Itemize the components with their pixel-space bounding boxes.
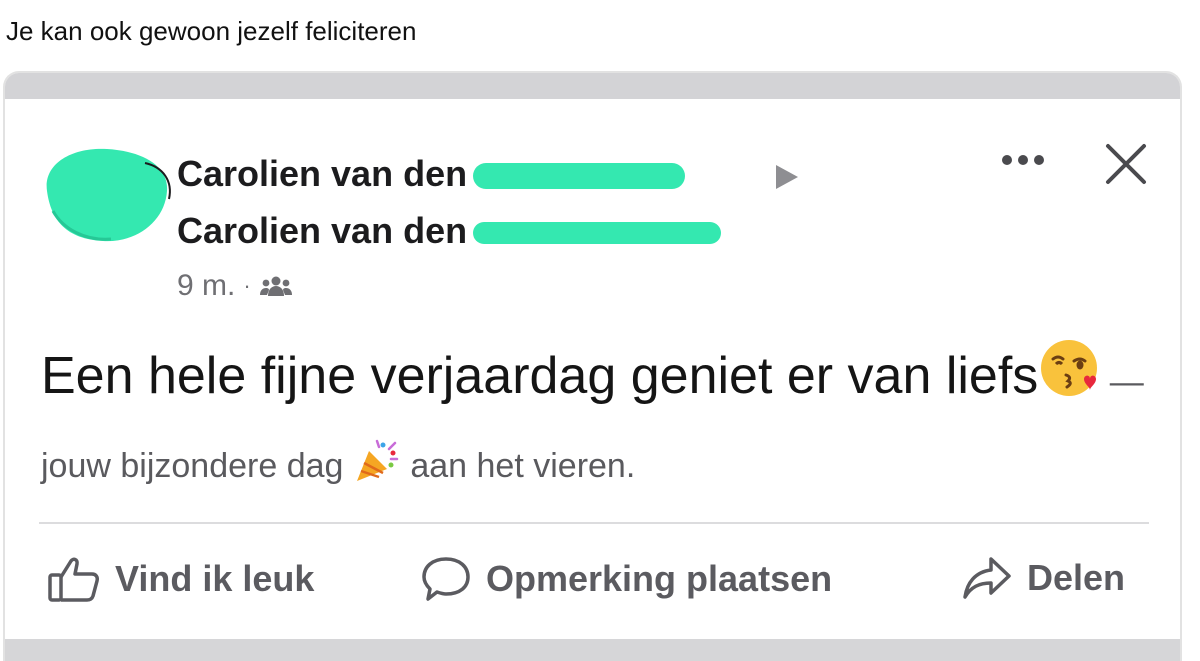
divider [39, 522, 1149, 524]
post-text: Een hele fijne verjaardag geniet er van … [41, 347, 1039, 405]
avatar[interactable] [33, 141, 175, 247]
activity-text-end: aan het vieren. [410, 447, 636, 485]
thumbs-up-icon [48, 557, 99, 602]
post-meta: 9 m. · [177, 269, 293, 303]
author-name-text[interactable]: Carolien van den [177, 153, 467, 194]
redaction-mark [473, 163, 686, 190]
share-label[interactable]: Delen [1027, 557, 1125, 599]
recipient-name-text[interactable]: Carolien van den [177, 210, 467, 251]
close-icon[interactable] [1103, 141, 1149, 187]
more-options-icon[interactable] [998, 145, 1048, 175]
recipient-name[interactable]: Carolien van den [177, 210, 722, 252]
post-time[interactable]: 9 m. [177, 269, 235, 303]
post-body: Een hele fijne verjaardag geniet er van … [41, 337, 1161, 505]
redaction-mark [473, 222, 722, 245]
share-arrow-icon [963, 557, 1011, 599]
like-button[interactable]: Vind ik leuk [47, 555, 314, 603]
author-name[interactable]: Carolien van den [177, 153, 686, 195]
friends-icon [259, 276, 292, 296]
party-popper-emoji-icon [356, 439, 399, 481]
post-caption: Je kan ook gewoon jezelf feliciteren [6, 16, 417, 46]
like-label[interactable]: Vind ik leuk [115, 558, 314, 600]
kissing-face-emoji-icon [1041, 340, 1098, 396]
screenshot-top-edge [5, 73, 1180, 99]
comment-bubble-icon [422, 557, 470, 601]
screenshot-bottom-edge [5, 639, 1180, 661]
comment-button[interactable]: Opmerking plaatsen [420, 555, 832, 603]
share-button[interactable]: Delen [961, 555, 1125, 601]
comment-label[interactable]: Opmerking plaatsen [486, 558, 832, 600]
arrow-right-icon [776, 165, 798, 189]
meta-separator: · [243, 273, 251, 298]
facebook-post-screenshot: Carolien van den Carolien van den 9 m. ·… [5, 73, 1180, 661]
